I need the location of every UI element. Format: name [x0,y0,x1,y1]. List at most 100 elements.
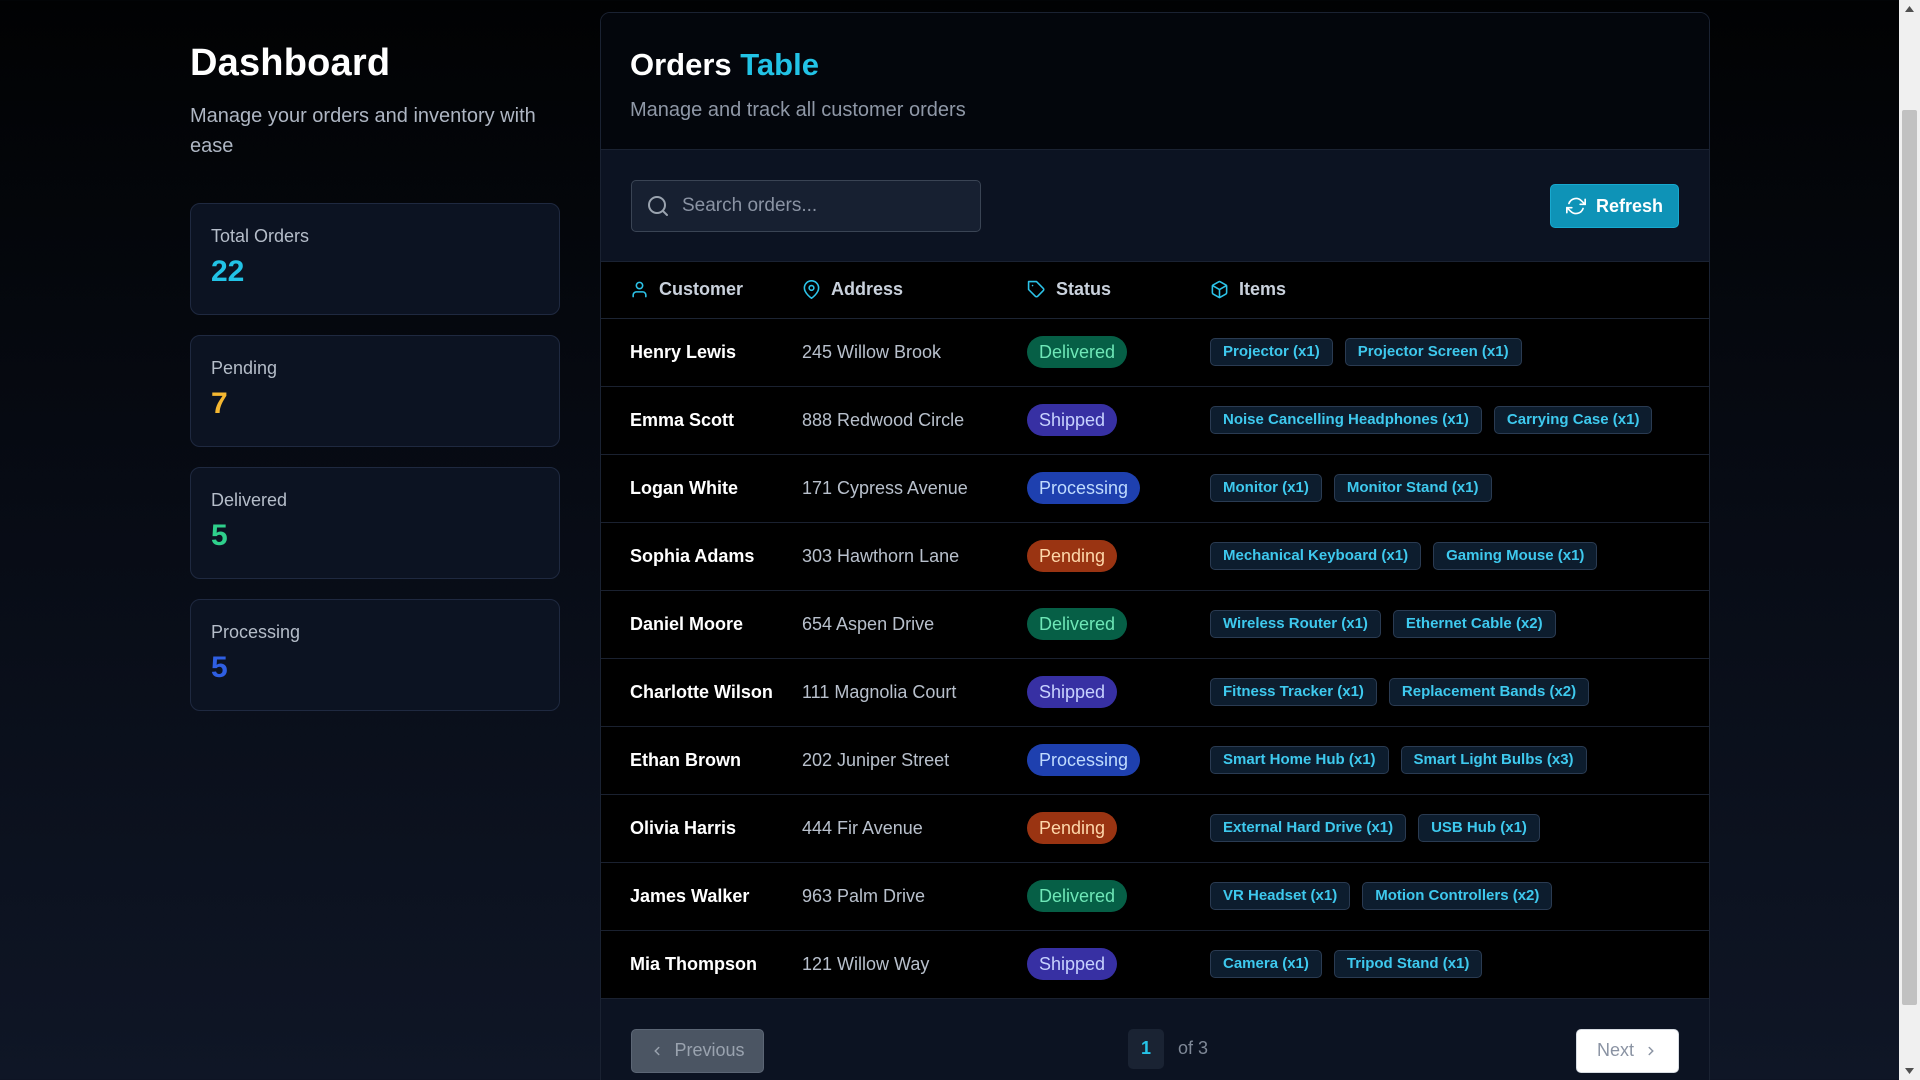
table-row[interactable]: Sophia Adams 303 Hawthorn Lane Pending Mech… [601,522,1709,591]
table-row[interactable]: Ethan Brown 202 Juniper Street Processing S… [601,726,1709,795]
customer-address: 654 Aspen Drive [802,613,935,634]
table-row[interactable]: Mia Thompson 121 Willow Way Shipped Camera … [601,930,1709,999]
column-label: Status [1056,279,1112,300]
search-box[interactable] [631,180,981,232]
stat-card: Total Orders 22 [190,203,560,315]
current-page[interactable]: 1 [1128,1028,1164,1069]
column-label: Items [1239,279,1287,300]
item-chip: USB Hub (x1) [1418,814,1540,842]
page-scrollbar[interactable] [1899,0,1920,1080]
item-chip: Monitor Stand (x1) [1333,474,1492,502]
scrollbar-thumb[interactable] [1902,110,1917,1005]
column-status[interactable]: Status [1027,262,1210,319]
package-icon [1211,281,1228,299]
column-customer[interactable]: Customer [601,262,802,319]
items-list: Wireless Router (x1) Ethernet Cable (x2) [1210,610,1709,638]
next-button[interactable]: Next [1576,1028,1679,1073]
chevron-right-icon [1648,1046,1654,1055]
customer-name: Charlotte Wilson [630,681,773,702]
status-badge: Delivered [1027,336,1128,368]
items-list: Mechanical Keyboard (x1) Gaming Mouse (x1… [1210,542,1709,570]
status-badge: Delivered [1027,880,1128,912]
stat-value: 7 [211,387,228,420]
tag-icon [1027,281,1045,298]
column-label: Address [831,279,904,300]
refresh-button[interactable]: Refresh [1550,184,1679,228]
next-label: Next [1596,1040,1634,1060]
table-row[interactable]: Henry Lewis 245 Willow Brook Delivered Proj… [601,318,1709,387]
stat-value: 22 [211,255,245,288]
card-title: Orders Table [630,47,1680,83]
status-badge: Pending [1027,540,1118,572]
status-badge: Pending [1027,812,1118,844]
user-icon [632,281,647,298]
stat-card: Processing 5 [190,599,560,711]
stat-card: Delivered 5 [190,467,560,579]
customer-address: 121 Willow Way [802,953,930,974]
column-items[interactable]: Items [1210,262,1709,319]
items-list: VR Headset (x1) Motion Controllers (x2) [1210,882,1709,910]
customer-address: 111 Magnolia Court [802,681,957,702]
pagination: Previous 1 of 3 Next [601,998,1709,1080]
status-badge: Processing [1027,744,1141,776]
sidebar: Dashboard Manage your orders and invento… [190,42,560,711]
table-row[interactable]: Logan White 171 Cypress Avenue Processing M… [601,454,1709,523]
scroll-up-arrow-icon[interactable] [1899,0,1920,18]
search-input[interactable] [682,195,962,217]
customer-address: 888 Redwood Circle [802,409,965,430]
item-chip: Carrying Case (x1) [1493,406,1653,434]
page-total: of 3 [1178,1038,1209,1058]
status-badge: Shipped [1027,948,1118,980]
status-badge: Shipped [1027,676,1118,708]
items-list: Camera (x1) Tripod Stand (x1) [1210,950,1709,978]
customer-address: 303 Hawthorn Lane [802,545,960,566]
status-badge: Processing [1027,472,1141,504]
items-list: Smart Home Hub (x1) Smart Light Bulbs (x3… [1210,746,1709,774]
customer-name: Sophia Adams [630,545,755,566]
status-badge: Shipped [1027,404,1118,436]
stat-value: 5 [211,519,228,552]
table-row[interactable]: Olivia Harris 444 Fir Avenue Pending Extern… [601,794,1709,863]
page-indicator: 1 of 3 [1128,1028,1209,1069]
item-chip: Tripod Stand (x1) [1333,950,1483,978]
items-list: Noise Cancelling Headphones (x1) Carrying… [1210,406,1709,434]
table-row[interactable]: Charlotte Wilson 111 Magnolia Court Shippe… [601,658,1709,727]
item-chip: Projector Screen (x1) [1344,338,1522,366]
customer-address: 245 Willow Brook [802,341,942,362]
toolbar: Refresh [601,149,1709,262]
items-list: Fitness Tracker (x1) Replacement Bands (x… [1210,678,1709,706]
item-chip: Gaming Mouse (x1) [1433,542,1598,570]
table-row[interactable]: Daniel Moore 654 Aspen Drive Delivered Wire… [601,590,1709,659]
scroll-down-arrow-icon[interactable] [1899,1062,1920,1080]
item-chip: Motion Controllers (x2) [1362,882,1553,910]
status-badge: Delivered [1027,608,1128,640]
search-icon [648,196,668,216]
page-subtitle: Manage your orders and inventory with ea… [190,105,536,157]
item-chip: Mechanical Keyboard (x1) [1210,542,1422,570]
item-chip: Wireless Router (x1) [1210,610,1381,638]
previous-button[interactable]: Previous [631,1028,764,1073]
items-list: External Hard Drive (x1) USB Hub (x1) [1210,814,1709,842]
map-pin-icon [803,280,820,300]
customer-address: 171 Cypress Avenue [802,477,968,498]
stat-card: Pending 7 [190,335,560,447]
previous-label: Previous [674,1040,745,1060]
orders-table: Customer Address Status Items Henry Lewi… [601,262,1709,999]
chevron-left-icon [654,1046,660,1055]
column-address[interactable]: Address [802,262,1027,319]
item-chip: Camera (x1) [1210,950,1322,978]
customer-address: 444 Fir Avenue [802,817,923,838]
customer-name: Mia Thompson [630,953,757,974]
item-chip: Replacement Bands (x2) [1388,678,1590,706]
column-label: Customer [659,279,744,300]
table-row[interactable]: Emma Scott 888 Redwood Circle Shipped Noise… [601,386,1709,455]
item-chip: Smart Home Hub (x1) [1210,746,1389,774]
items-list: Projector (x1) Projector Screen (x1) [1210,338,1709,366]
item-chip: External Hard Drive (x1) [1210,814,1407,842]
table-row[interactable]: James Walker 963 Palm Drive Delivered VR He… [601,862,1709,931]
orders-card: Orders Table Manage and track all custom… [600,12,1710,1080]
card-title-main: Orders [630,47,732,82]
item-chip: Ethernet Cable (x2) [1392,610,1556,638]
item-chip: Monitor (x1) [1210,474,1322,502]
card-header: Orders Table Manage and track all custom… [601,13,1709,149]
